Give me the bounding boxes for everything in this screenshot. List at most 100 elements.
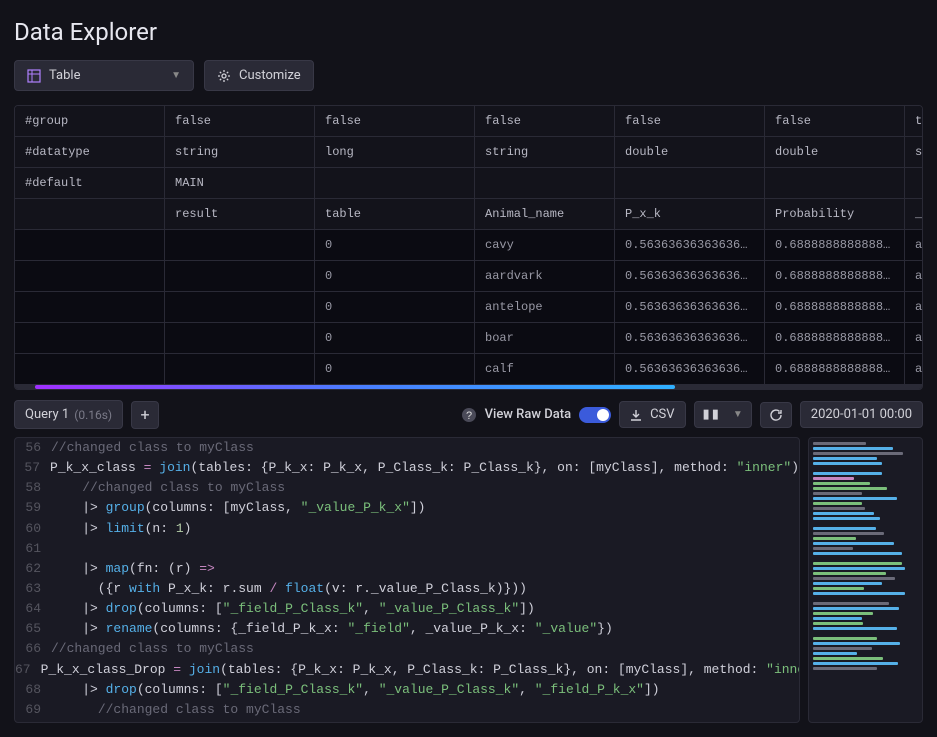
view-raw-toggle[interactable] (579, 407, 611, 423)
minimap-line (813, 517, 880, 520)
refresh-icon (769, 408, 783, 422)
table-cell (165, 323, 315, 354)
query-tab[interactable]: Query 1 (0.16s) (14, 400, 123, 429)
line-number: 65 (15, 619, 51, 639)
line-number: 66 (15, 639, 51, 659)
code-content (51, 539, 59, 559)
add-query-button[interactable]: + (131, 401, 159, 429)
line-number: 64 (15, 599, 51, 619)
code-content: |> drop(columns: ["_field_P_Class_k", "_… (51, 599, 535, 619)
refresh-button[interactable] (760, 402, 792, 428)
code-line: 56//changed class to myClass (15, 438, 799, 458)
line-number: 63 (15, 579, 51, 599)
line-number: 57 (15, 458, 50, 478)
horizontal-scrollbar[interactable] (15, 385, 922, 389)
table-cell: 0.5636363636363636 (615, 323, 765, 354)
code-line: 66//changed class to myClass (15, 639, 799, 659)
pause-icon: ▮▮ (703, 407, 721, 422)
table-meta-cell: #group (15, 106, 165, 137)
table-cell (15, 230, 165, 261)
minimap-line (813, 662, 898, 665)
code-content: P_k_x_class_Drop = join(tables: {P_k_x: … (41, 660, 800, 680)
table-header-cell (615, 168, 765, 199)
code-line: 68 |> drop(columns: ["_field_P_Class_k",… (15, 680, 799, 700)
code-line: 65 |> rename(columns: {_field_P_k_x: "_f… (15, 619, 799, 639)
table-cell: aquatic (905, 292, 923, 323)
table-cell (15, 323, 165, 354)
minimap-line (813, 532, 884, 535)
line-number: 70 (15, 720, 51, 723)
table-header-cell: string (475, 137, 615, 168)
table-cell: aquatic (905, 261, 923, 292)
table-cell: cavy (475, 230, 615, 261)
table-header-cell: MAIN (165, 168, 315, 199)
code-content: |> group(columns: [myClass, "_value_P_k_… (51, 720, 425, 723)
minimap-line (813, 462, 882, 465)
minimap-line (813, 527, 876, 530)
line-number: 62 (15, 559, 51, 579)
customize-button[interactable]: Customize (204, 60, 314, 91)
code-line: 67P_k_x_class_Drop = join(tables: {P_k_x… (15, 660, 799, 680)
code-content: |> drop(columns: ["_field_P_Class_k", "_… (51, 680, 660, 700)
code-editor[interactable]: 56//changed class to myClass57P_k_x_clas… (14, 437, 800, 723)
minimap[interactable] (808, 437, 923, 723)
minimap-line (813, 597, 918, 600)
view-type-select[interactable]: Table ▼ (14, 60, 194, 91)
table-icon (27, 69, 41, 83)
query-time: (0.16s) (74, 408, 112, 422)
minimap-line (813, 637, 877, 640)
code-content: ({r with P_x_k: r.sum / float(v: r._valu… (51, 579, 527, 599)
minimap-line (813, 577, 895, 580)
minimap-line (813, 627, 897, 630)
date-range-button[interactable]: 2020-01-01 00:00 (800, 401, 923, 428)
view-raw-label: View Raw Data (485, 407, 571, 422)
line-number: 56 (15, 438, 51, 458)
table-cell: 0.5636363636363636 (615, 261, 765, 292)
minimap-line (813, 447, 893, 450)
query-tab-label: Query 1 (25, 407, 69, 422)
table-cell (15, 354, 165, 385)
table-header-cell: P_x_k (615, 199, 765, 230)
minimap-line (813, 442, 866, 445)
table-cell: aquatic (905, 230, 923, 261)
table-cell: 0 (315, 261, 475, 292)
code-content: |> group(columns: [myClass, "_value_P_k_… (51, 498, 425, 518)
pause-dropdown[interactable]: ▮▮ ▼ (694, 401, 752, 428)
code-line: 63 ({r with P_x_k: r.sum / float(v: r._v… (15, 579, 799, 599)
table-cell: 0.5636363636363636 (615, 230, 765, 261)
minimap-line (813, 617, 862, 620)
date-range-label: 2020-01-01 00:00 (811, 407, 912, 422)
code-content: //changed class to myClass (51, 438, 254, 458)
code-content: |> rename(columns: {_field_P_k_x: "_fiel… (51, 619, 613, 639)
code-line: 57P_k_x_class = join(tables: {P_k_x: P_k… (15, 458, 799, 478)
table-cell: aquatic (905, 323, 923, 354)
table-cell: aquatic (905, 354, 923, 385)
minimap-line (813, 482, 870, 485)
table-header-cell (475, 168, 615, 199)
scrollbar-thumb[interactable] (35, 385, 675, 389)
table-cell: 0.5636363636363636 (615, 292, 765, 323)
table-header-cell: false (615, 106, 765, 137)
minimap-line (813, 562, 902, 565)
table-header-cell: string (905, 137, 923, 168)
table-cell (165, 354, 315, 385)
table-meta-cell: #default (15, 168, 165, 199)
code-content: //changed class to myClass (51, 700, 301, 720)
minimap-line (813, 647, 872, 650)
line-number: 59 (15, 498, 51, 518)
minimap-line (813, 487, 887, 490)
minimap-line (813, 602, 889, 605)
code-content: P_k_x_class = join(tables: {P_k_x: P_k_x… (50, 458, 799, 478)
table-header-cell: table (315, 199, 475, 230)
table-cell: calf (475, 354, 615, 385)
csv-button[interactable]: CSV (619, 401, 685, 428)
code-content: |> limit(n: 1) (51, 519, 191, 539)
svg-text:?: ? (466, 410, 472, 422)
table-cell: 0 (315, 230, 475, 261)
minimap-line (813, 632, 918, 635)
table-header-cell: true (905, 106, 923, 137)
page-title: Data Explorer (14, 18, 923, 46)
table-cell: 0.688888888888888 (765, 261, 905, 292)
table-cell (15, 292, 165, 323)
code-content: //changed class to myClass (51, 639, 254, 659)
